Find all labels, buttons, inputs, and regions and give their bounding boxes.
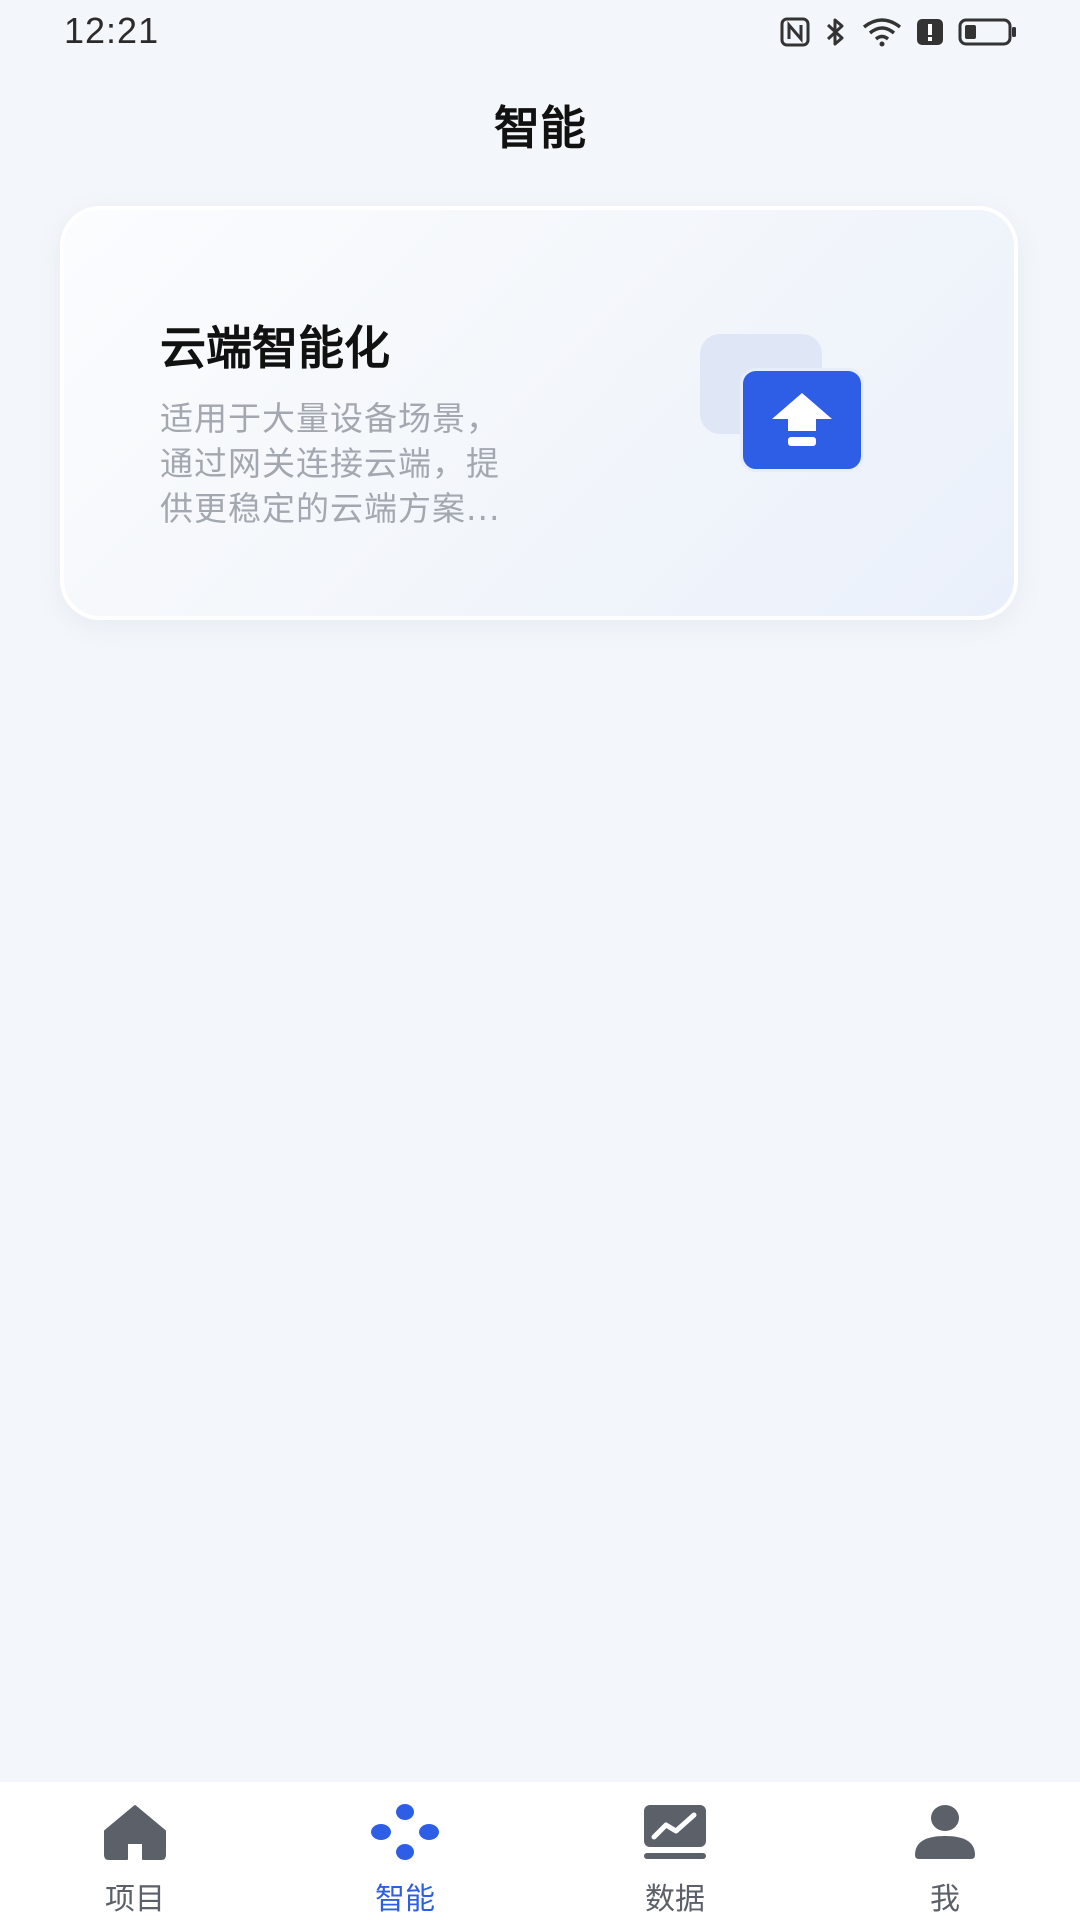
card-description: 适用于大量设备场景， 通过网关连接云端，提 供更稳定的云端方案... [160,396,600,531]
chart-icon [640,1800,710,1864]
nav-label: 数据 [645,1882,705,1917]
home-icon [100,1800,170,1864]
card-description-line: 通过网关连接云端，提 [160,444,500,483]
nav-label: 智能 [375,1882,435,1917]
nav-label: 项目 [105,1882,165,1917]
cloud-upload-icon [740,368,864,472]
card-description-line: 供更稳定的云端方案... [160,489,501,528]
bottom-nav: 项目 智能 数据 我 [0,1782,1080,1920]
nav-item-data[interactable]: 数据 [540,1782,810,1920]
smart-dots-icon [370,1800,440,1864]
status-time: 12:21 [64,10,160,51]
card-title: 云端智能化 [160,321,390,375]
bluetooth-icon [824,16,848,48]
page-title: 智能 [494,101,586,155]
nav-item-project[interactable]: 项目 [0,1782,270,1920]
cloud-intelligence-card[interactable]: 云端智能化 适用于大量设备场景， 通过网关连接云端，提 供更稳定的云端方案... [60,206,1018,620]
status-bar: 12:21 [0,0,1080,64]
nfc-icon [780,17,810,47]
wifi-icon [862,17,902,47]
nav-item-smart[interactable]: 智能 [270,1782,540,1920]
battery-icon [958,17,1018,47]
card-description-line: 适用于大量设备场景， [160,399,500,438]
alert-icon [916,17,944,47]
nav-label: 我 [930,1882,960,1917]
person-icon [910,1800,980,1864]
status-icons [780,14,1018,50]
nav-item-me[interactable]: 我 [810,1782,1080,1920]
